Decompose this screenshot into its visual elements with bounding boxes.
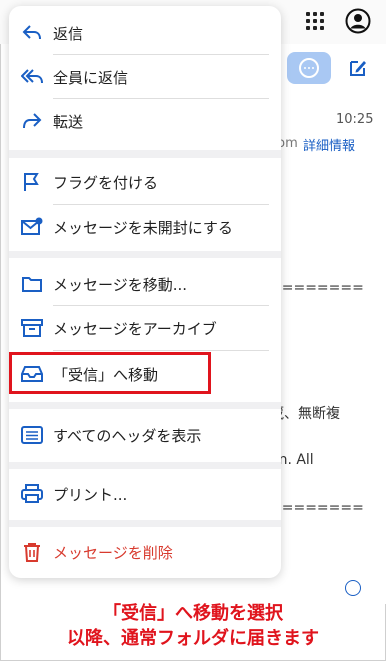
unread-mail-icon — [21, 217, 43, 235]
menu-item-move[interactable]: メッセージを移動... — [9, 264, 281, 304]
menu-item-label: フラグを付ける — [53, 174, 159, 192]
menu-item-label: メッセージを移動... — [53, 276, 188, 294]
details-link[interactable]: 詳細情報 — [303, 135, 355, 154]
more-actions-button[interactable] — [287, 52, 331, 84]
annotation-caption: 以降、通常フォルダに届きます — [67, 628, 319, 649]
apps-grid-icon[interactable] — [306, 12, 326, 32]
body-text-line: ======== — [270, 500, 364, 516]
menu-item-archive[interactable]: メッセージをアーカイブ — [9, 308, 281, 348]
menu-item-label: 転送 — [53, 113, 84, 131]
reply-icon — [22, 25, 41, 40]
menu-item-label: メッセージを未開封にする — [53, 219, 233, 237]
highlight-box — [9, 352, 211, 394]
menu-item-label: プリント... — [53, 486, 128, 504]
menu-item-print[interactable]: プリント... — [9, 474, 281, 514]
printer-icon — [21, 484, 43, 503]
menu-item-flag[interactable]: フラグを付ける — [9, 162, 281, 202]
menu-item-label: メッセージをアーカイブ — [53, 320, 217, 338]
divider — [53, 204, 269, 205]
divider — [53, 98, 269, 99]
reply-all-icon — [21, 69, 43, 84]
flag-icon — [24, 173, 39, 191]
divider — [53, 305, 269, 306]
annotation-caption: 「受信」へ移動を選択 — [103, 603, 283, 624]
menu-item-mark-unread[interactable]: メッセージを未開封にする — [9, 207, 281, 247]
body-text-line: ======== — [270, 280, 364, 296]
folder-icon — [22, 277, 42, 292]
message-time: 10:25 — [336, 112, 374, 127]
account-avatar-icon[interactable] — [345, 8, 371, 34]
menu-item-label: すべてのヘッダを表示 — [53, 427, 202, 445]
menu-group-reply: 返信 全員に返信 転送 — [9, 6, 281, 150]
menu-item-show-headers[interactable]: すべてのヘッダを表示 — [9, 415, 281, 455]
more-circle-icon[interactable] — [345, 580, 361, 596]
message-view — [278, 44, 386, 604]
menu-item-reply[interactable]: 返信 — [9, 13, 281, 53]
compose-icon[interactable] — [347, 57, 369, 79]
menu-group-delete: メッセージを削除 — [9, 527, 281, 578]
more-icon — [299, 58, 319, 78]
forward-icon — [23, 113, 42, 129]
menu-item-label: 全員に返信 — [53, 69, 129, 87]
trash-icon — [24, 543, 40, 562]
menu-item-delete[interactable]: メッセージを削除 — [9, 532, 281, 572]
archive-box-icon — [21, 319, 43, 337]
menu-item-forward[interactable]: 転送 — [9, 101, 281, 141]
divider — [53, 54, 269, 55]
menu-item-label: メッセージを削除 — [53, 544, 173, 562]
divider — [53, 350, 269, 351]
message-actions-menu: 返信 全員に返信 転送 フラグを付ける メッセージを未開封にする メッセージを移… — [9, 6, 281, 578]
menu-item-reply-all[interactable]: 全員に返信 — [9, 57, 281, 97]
menu-group-flag: フラグを付ける メッセージを未開封にする — [9, 158, 281, 251]
list-icon — [21, 426, 43, 444]
menu-item-label: 返信 — [53, 25, 84, 43]
menu-group-headers: すべてのヘッダを表示 — [9, 409, 281, 462]
menu-group-print: プリント... — [9, 469, 281, 520]
